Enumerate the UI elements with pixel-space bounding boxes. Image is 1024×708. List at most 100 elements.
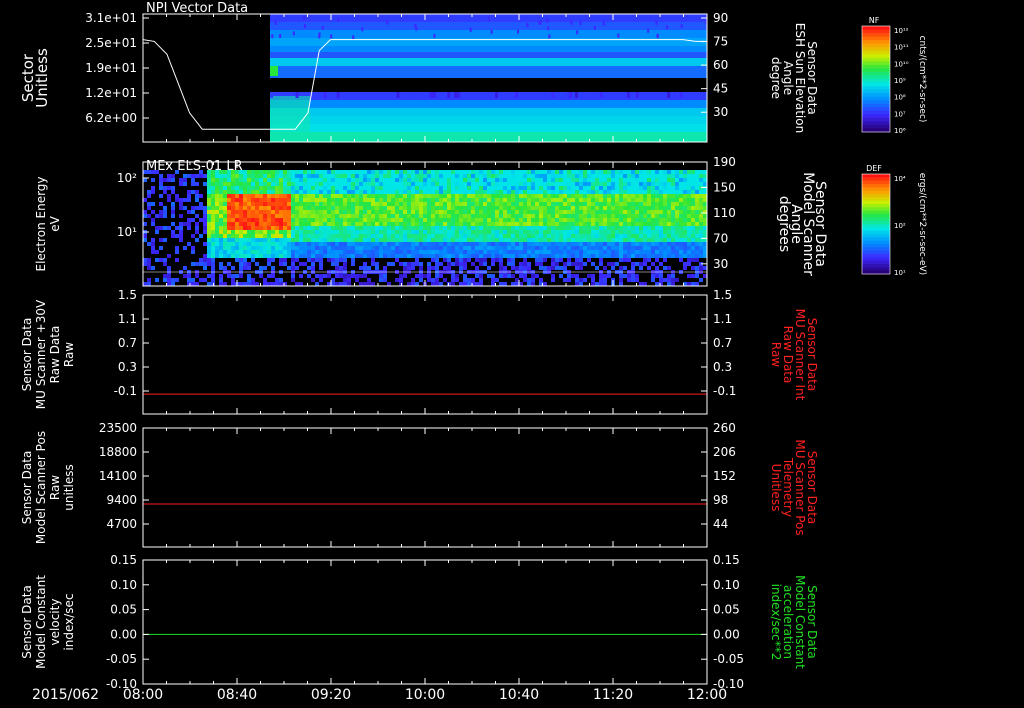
spectrogram-cell [267,258,271,262]
spectrogram-cell [303,24,306,29]
spectrogram-cell [663,210,667,214]
spectrogram-cell [267,190,271,194]
spectrogram-cell [147,266,151,270]
spectrogram-cell [395,178,399,182]
spectrogram-cell [379,222,383,226]
spectrogram-cell [207,250,211,254]
spectrogram-cell [279,218,283,222]
spectrogram-cell [407,186,411,190]
spectrogram-cell [655,266,659,270]
colorbar-cell [862,254,890,258]
left-tick-label: 10¹ [117,225,137,239]
spectrogram-cell [591,230,595,234]
spectrogram-cell [503,190,507,194]
spectrogram-cell [291,250,295,254]
spectrogram-cell [435,178,439,182]
spectrogram-cell [343,258,347,262]
spectrogram-cell [275,178,279,182]
spectrogram-cell [415,218,419,222]
spectrogram-cell [171,206,175,210]
spectrogram-cell [695,202,699,206]
spectrogram-cell [303,198,307,202]
spectrogram-cell [435,230,439,234]
spectrogram-cell [427,218,431,222]
spectrogram-cell [411,266,415,270]
spectrogram-cell [291,182,295,186]
spectrogram-cell [503,254,507,258]
spectrogram-cell [647,194,651,198]
spectrogram-cell [419,242,423,246]
spectrogram-cell [315,170,319,174]
spectrogram-cell [423,254,427,258]
spectrogram-cell [375,170,379,174]
spectrogram-cell [547,174,551,178]
spectrogram-cell [459,242,463,246]
spectrogram-cell [303,206,307,210]
spectrogram-cell [279,210,283,214]
spectrogram-cell [327,246,331,250]
spectrogram-cell [619,182,623,186]
spectrogram-cell [511,230,515,234]
spectrogram-cell [571,214,575,218]
spectrogram-cell [459,190,463,194]
spectrogram-cell [563,234,567,238]
spectrogram-cell [679,258,683,262]
spectrogram-cell [411,210,415,214]
spectrogram-cell [675,194,679,198]
spectrogram-cell [247,218,251,222]
spectrogram-cell [679,242,683,246]
spectrogram-cell [331,282,335,286]
spectrogram-cell [351,250,355,254]
spectrogram-cell [147,190,151,194]
spectrogram-cell [167,174,171,178]
spectrogram-cell [663,174,667,178]
spectrogram-cell [371,198,375,202]
spectrogram-cell [463,234,467,238]
spectrogram-cell [519,170,523,174]
spectrogram-cell [471,214,475,218]
spectrogram-cell [523,202,527,206]
spectrogram-cell [323,242,327,246]
spectrogram-cell [627,182,631,186]
spectrogram-cell [235,182,239,186]
spectrogram-cell [627,194,631,198]
spectrogram-cell [619,246,623,250]
spectrogram-cell [283,178,287,182]
spectrogram-cell [559,218,563,222]
spectrogram-cell [611,210,615,214]
spectrogram-cell [639,198,643,202]
spectrogram-cell [623,210,627,214]
spectrogram-cell [247,254,251,258]
spectrogram-cell [303,218,307,222]
spectrogram-cell [227,182,231,186]
spectrogram-cell [367,182,371,186]
spectrogram-cell [383,230,387,234]
spectrogram-cell [371,250,375,254]
spectrogram-cell [435,238,439,242]
spectrogram-cell [235,194,239,198]
spectrogram-cell [255,282,259,286]
spectrogram-cell [507,274,511,278]
spectrogram-cell [199,206,203,210]
spectrogram-cell [295,254,299,258]
spectrogram-cell [275,246,279,250]
spectrogram-cell [619,210,623,214]
spectrogram-cell [695,226,699,230]
spectrogram-cell [491,278,495,282]
spectrogram-cell [579,214,583,218]
spectrogram-cell [347,234,351,238]
spectrogram-cell [411,254,415,258]
left-tick-label: 0.15 [110,553,137,567]
spectrogram-cell [543,266,547,270]
spectrogram-cell [495,170,499,174]
spectrogram-cell [547,210,551,214]
spectrogram-cell [595,230,599,234]
spectrogram-cell [651,206,655,210]
spectrogram-cell [591,238,595,242]
spectrogram-cell [275,174,279,178]
spectrogram-cell [603,234,607,238]
spectrogram-cell [595,242,599,246]
spectrogram-cell [623,202,627,206]
spectrogram-cell [703,206,707,210]
spectrogram-cell [623,274,627,278]
